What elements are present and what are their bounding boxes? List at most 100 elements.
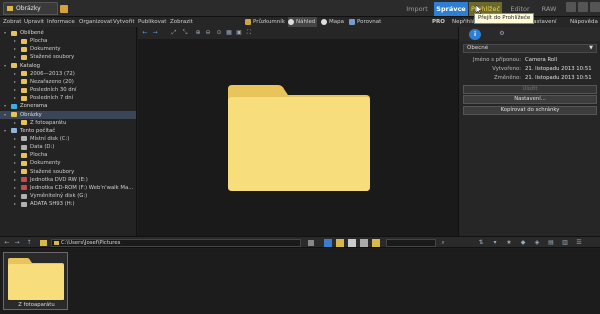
expand-toggle-icon[interactable]: ▾ (4, 127, 6, 135)
info-icon[interactable]: i (469, 29, 481, 40)
tree-section[interactable]: ▾ Katalog (0, 62, 136, 70)
expand-toggle-icon[interactable]: ▸ (14, 176, 16, 184)
expand-toggle-icon[interactable]: ▸ (14, 200, 16, 208)
expand-toggle-icon[interactable]: ▸ (14, 143, 16, 151)
forward-icon[interactable]: → (152, 30, 158, 36)
folder-thumbnail[interactable]: Z fotoaparátu (3, 252, 68, 310)
view-nahled[interactable]: Náhled (288, 17, 318, 27)
back-icon[interactable]: ← (142, 30, 148, 36)
menu-napoveda[interactable]: Nápověda (570, 17, 598, 27)
tree-section[interactable]: ▾ Tento počítač (0, 127, 136, 135)
info-value[interactable]: Camera Roll (525, 56, 557, 64)
menu-informace[interactable]: Informace (47, 17, 75, 27)
menu-organizovat[interactable]: Organizovat (79, 17, 112, 27)
menu-zobrazit[interactable]: Zobrazit (170, 17, 193, 27)
expand-toggle-icon[interactable]: ▸ (14, 159, 16, 167)
menu-publikovat[interactable]: Publikovat (138, 17, 166, 27)
thumbnail-size-icon[interactable]: ▥ (562, 240, 568, 246)
tree-section[interactable]: ▾ Oblíbené (0, 29, 136, 37)
tree-item[interactable]: ▸ Posledních 7 dní (0, 94, 136, 102)
label-icon[interactable]: ◆ (520, 240, 526, 246)
dropdown-icon[interactable] (308, 240, 314, 246)
search-icon[interactable]: ⌕ (440, 240, 446, 246)
expand-toggle-icon[interactable]: ▸ (14, 168, 16, 176)
back-icon[interactable]: ← (4, 240, 10, 246)
expand-toggle-icon[interactable]: ▾ (4, 29, 6, 37)
expand-toggle-icon[interactable]: ▸ (14, 94, 16, 102)
rating-icon[interactable]: ★ (506, 240, 512, 246)
expand-toggle-icon[interactable]: ▸ (14, 37, 16, 45)
new-tab-icon[interactable] (60, 5, 68, 13)
tree-item[interactable]: ▸ Stažené soubory (0, 168, 136, 176)
menu-zobrat[interactable]: Zobrat (3, 17, 21, 27)
save-button[interactable]: Uložit (463, 85, 597, 94)
tree-item[interactable]: ▸ Místní disk (C:) (0, 135, 136, 143)
view-mode-icon[interactable]: ▤ (548, 240, 554, 246)
path-input[interactable]: C:\Users\Josef\Pictures (51, 239, 301, 247)
zoom-out-icon[interactable]: ⊖ (205, 30, 211, 36)
expand-toggle-icon[interactable]: ▾ (4, 102, 6, 110)
up-icon[interactable]: ↑ (26, 240, 32, 246)
tree-item[interactable]: ▸ 2006—2013 (72) (0, 70, 136, 78)
filter-icon[interactable]: ▾ (492, 240, 498, 246)
tree-item[interactable]: ▸ Posledních 30 dní (0, 86, 136, 94)
expand-toggle-icon[interactable]: ▸ (14, 184, 16, 192)
view-porovnat[interactable]: Porovnat (349, 17, 381, 27)
login-status[interactable]: Nepřihlášeno (452, 17, 474, 27)
tree-item[interactable]: ▸ Dokumenty (0, 45, 136, 53)
folder-icon[interactable] (372, 239, 380, 247)
forward-icon[interactable]: → (14, 240, 20, 246)
window-tab[interactable]: Obrázky (3, 2, 58, 15)
view-pruzkumnik[interactable]: Průzkumník (245, 17, 285, 27)
mode-import[interactable]: Import (400, 2, 434, 16)
tree-section[interactable]: ▾ Obrázky (0, 110, 136, 119)
fullscreen-icon[interactable]: ⛶ (246, 30, 252, 36)
tree-item[interactable]: ▸ Vyměnitelný disk (G:) (0, 192, 136, 200)
sync-icon[interactable] (324, 239, 332, 247)
menu-upravit[interactable]: Upravit (24, 17, 44, 27)
mode-spravce[interactable]: Správce (434, 2, 468, 16)
details-icon[interactable]: ☰ (576, 240, 582, 246)
layout-icon[interactable]: ▣ (236, 30, 242, 36)
expand-toggle-icon[interactable]: ▸ (14, 53, 16, 61)
expand-toggle-icon[interactable]: ▸ (14, 192, 16, 200)
sort-icon[interactable]: ⇅ (478, 240, 484, 246)
mode-raw[interactable]: RAW (535, 2, 563, 16)
expand-toggle-icon[interactable]: ▸ (14, 135, 16, 143)
search-input[interactable] (386, 239, 436, 247)
close-icon[interactable] (590, 2, 600, 12)
settings-icon[interactable]: ⚙ (499, 31, 505, 37)
copy-icon[interactable] (348, 239, 356, 247)
menu-vytvorit[interactable]: Vytvořit (113, 17, 135, 27)
expand-toggle-icon[interactable]: ▸ (14, 70, 16, 78)
tree-item[interactable]: ▸ Data (D:) (0, 143, 136, 151)
actual-size-icon[interactable]: ⤡ (182, 30, 188, 36)
tree-item[interactable]: ▸ ADATA SH93 (H:) (0, 200, 136, 208)
tree-item[interactable]: ▸ Stažené soubory (0, 53, 136, 61)
maximize-icon[interactable] (578, 2, 588, 12)
expand-toggle-icon[interactable]: ▾ (4, 62, 6, 70)
expand-toggle-icon[interactable]: ▸ (14, 86, 16, 94)
tag-icon[interactable]: ◈ (534, 240, 540, 246)
zoom-in-icon[interactable]: ⊕ (195, 30, 201, 36)
tree-item[interactable]: ▸ Z fotoaparátu (0, 119, 136, 127)
grid-icon[interactable]: ▦ (226, 30, 232, 36)
tree-item[interactable]: ▸ Nezařazeno (20) (0, 78, 136, 86)
tree-item[interactable]: ▸ Plocha (0, 37, 136, 45)
expand-toggle-icon[interactable]: ▸ (14, 119, 16, 127)
expand-toggle-icon[interactable]: ▸ (14, 151, 16, 159)
view-mapa[interactable]: Mapa (321, 17, 344, 27)
move-icon[interactable] (360, 239, 368, 247)
preview-area[interactable] (138, 39, 458, 236)
tree-item[interactable]: ▸ Jednotka CD-ROM (F:) Web'n'walk Ma... (0, 184, 136, 192)
expand-toggle-icon[interactable]: ▸ (14, 78, 16, 86)
expand-toggle-icon[interactable]: ▸ (14, 45, 16, 53)
tree-item[interactable]: ▸ Dokumenty (0, 159, 136, 167)
minimize-icon[interactable] (566, 2, 576, 12)
tree-item[interactable]: ▸ Plocha (0, 151, 136, 159)
section-header-obecne[interactable]: Obecné ▼ (463, 44, 597, 53)
copy-to-clipboard-button[interactable]: Kopírovat do schránky (463, 106, 597, 115)
new-folder-icon[interactable] (336, 239, 344, 247)
tree-section[interactable]: ▾ Zonerama (0, 102, 136, 110)
expand-toggle-icon[interactable]: ▾ (4, 111, 6, 119)
